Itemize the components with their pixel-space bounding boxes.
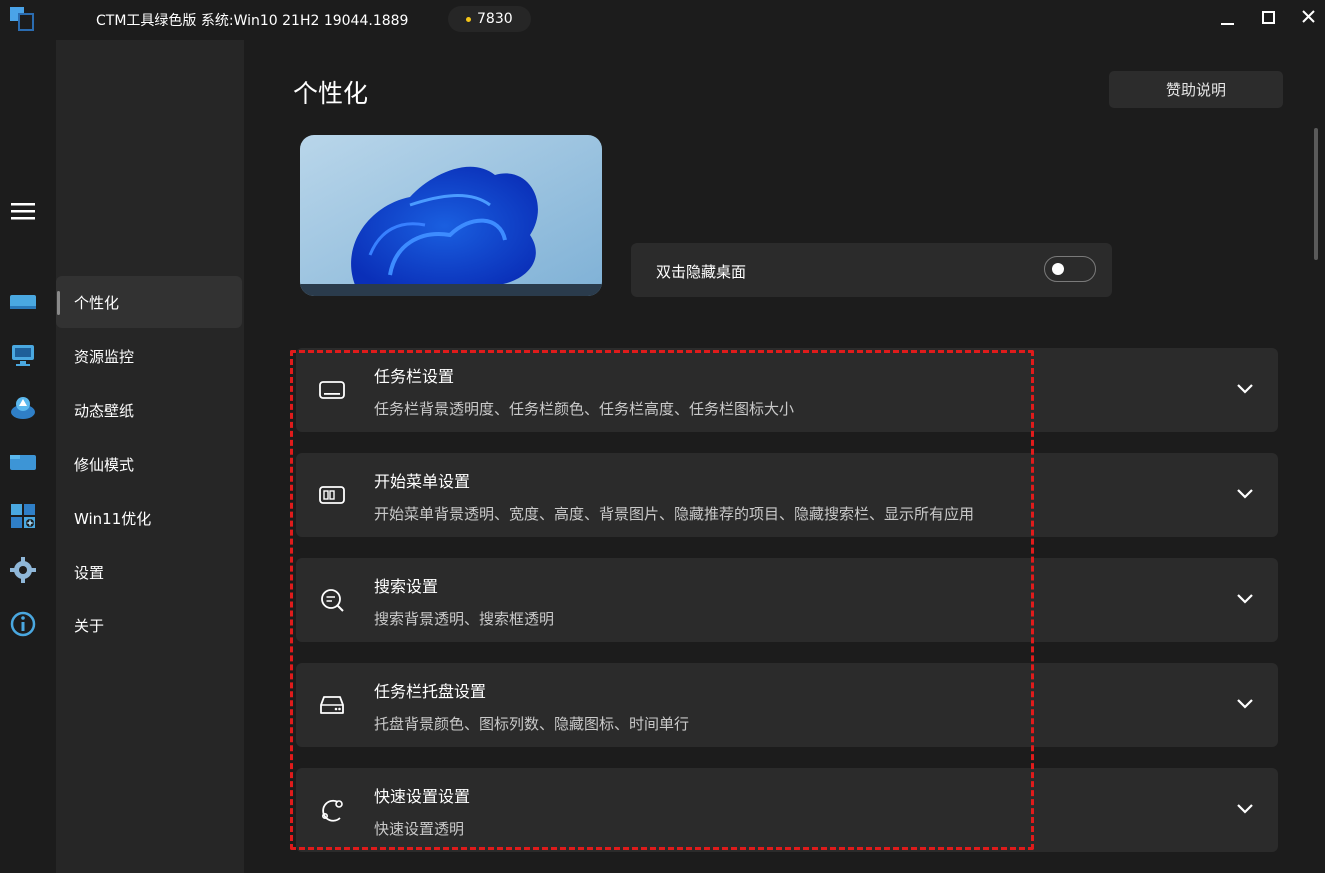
close-icon[interactable] [1295, 6, 1323, 30]
sidebar-item-win11-optimize[interactable]: Win11优化 [56, 492, 242, 544]
card-title: 任务栏托盘设置 [374, 682, 487, 701]
quick-settings-icon [322, 799, 343, 822]
minimize-icon[interactable] [1214, 6, 1242, 30]
maximize-icon[interactable] [1255, 6, 1283, 30]
windows-icon[interactable] [8, 501, 38, 531]
active-indicator [57, 291, 60, 315]
sidebar: 个性化 资源监控 动态壁纸 修仙模式 Win11优化 设置 关于 [56, 40, 244, 873]
chevron-down-icon[interactable] [1234, 697, 1256, 711]
wallpaper-preview [300, 135, 602, 296]
chevron-down-icon[interactable] [1234, 802, 1256, 816]
tray-icon [320, 696, 344, 714]
sidebar-item-label: 资源监控 [74, 347, 135, 366]
chevron-down-icon[interactable] [1234, 382, 1256, 396]
app-title: CTM工具绿色版 系统:Win10 21H2 19044.1889 [96, 13, 409, 29]
sidebar-item-label: 动态壁纸 [74, 401, 135, 420]
search-settings-card[interactable]: 搜索设置 搜索背景透明、搜索框透明 [296, 558, 1278, 642]
sidebar-item-label: 个性化 [74, 293, 120, 312]
taskbar-icon [319, 381, 345, 399]
sidebar-item-settings[interactable]: 设置 [56, 546, 242, 598]
coin-badge[interactable]: 7830 [448, 6, 531, 32]
coin-icon [466, 16, 471, 22]
sidebar-item-dynamic-wallpaper[interactable]: 动态壁纸 [56, 384, 242, 436]
card-title: 快速设置设置 [374, 787, 471, 806]
start-menu-settings-card[interactable]: 开始菜单设置 开始菜单背景透明、宽度、高度、背景图片、隐藏推荐的项目、隐藏搜索栏… [296, 453, 1278, 537]
sidebar-item-about[interactable]: 关于 [56, 599, 242, 651]
resource-monitor-icon[interactable] [8, 340, 38, 370]
coin-count: 7830 [477, 11, 513, 27]
taskbar-settings-card[interactable]: 任务栏设置 任务栏背景透明度、任务栏颜色、任务栏高度、任务栏图标大小 [296, 348, 1278, 432]
sidebar-item-label: 设置 [74, 563, 105, 582]
start-menu-icon [319, 486, 345, 504]
scrollbar[interactable] [1314, 128, 1318, 260]
sidebar-item-label: 关于 [74, 616, 105, 635]
app-logo [10, 7, 34, 31]
hamburger-menu-icon[interactable] [8, 196, 38, 226]
info-icon[interactable] [8, 609, 38, 639]
gear-icon[interactable] [8, 555, 38, 585]
chevron-down-icon[interactable] [1234, 592, 1256, 606]
hide-desktop-toggle[interactable] [1044, 256, 1096, 282]
card-title: 开始菜单设置 [374, 472, 471, 491]
card-description: 开始菜单背景透明、宽度、高度、背景图片、隐藏推荐的项目、隐藏搜索栏、显示所有应用 [374, 505, 975, 523]
folder-icon[interactable] [8, 447, 38, 477]
wallpaper-icon[interactable] [8, 393, 38, 423]
quick-settings-card[interactable]: 快速设置设置 快速设置透明 [296, 768, 1278, 852]
sidebar-item-label: 修仙模式 [74, 455, 135, 474]
card-title: 搜索设置 [374, 577, 439, 596]
card-description: 快速设置透明 [374, 820, 465, 838]
help-button[interactable]: 赞助说明 [1109, 71, 1283, 108]
monitor-icon[interactable] [8, 287, 38, 317]
tray-settings-card[interactable]: 任务栏托盘设置 托盘背景颜色、图标列数、隐藏图标、时间单行 [296, 663, 1278, 747]
search-icon [321, 589, 344, 612]
toggle-knob [1052, 263, 1064, 275]
card-description: 搜索背景透明、搜索框透明 [374, 610, 555, 628]
hide-desktop-card: 双击隐藏桌面 [631, 243, 1112, 297]
sidebar-item-cultivation-mode[interactable]: 修仙模式 [56, 438, 242, 490]
icon-rail [0, 40, 56, 873]
card-description: 任务栏背景透明度、任务栏颜色、任务栏高度、任务栏图标大小 [374, 400, 795, 418]
card-description: 托盘背景颜色、图标列数、隐藏图标、时间单行 [374, 715, 690, 733]
sidebar-item-label: Win11优化 [74, 509, 152, 528]
sidebar-item-resource-monitor[interactable]: 资源监控 [56, 330, 242, 382]
chevron-down-icon[interactable] [1234, 487, 1256, 501]
card-title: 任务栏设置 [374, 367, 455, 386]
title-bar: CTM工具绿色版 系统:Win10 21H2 19044.1889 7830 [0, 0, 1325, 40]
hide-desktop-label: 双击隐藏桌面 [656, 263, 747, 281]
page-title: 个性化 [293, 79, 369, 108]
sidebar-item-personalize[interactable]: 个性化 [56, 276, 242, 328]
